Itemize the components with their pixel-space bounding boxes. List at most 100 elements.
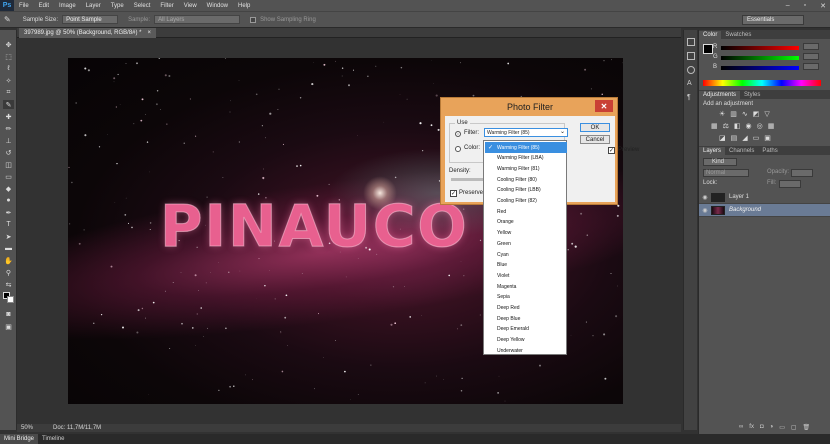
brightness-icon[interactable]: ☀ xyxy=(719,110,725,118)
group-icon[interactable]: ▭ xyxy=(779,424,785,431)
tab-adjustments[interactable]: Adjustments xyxy=(699,91,741,99)
visibility-eye-icon[interactable]: ◉ xyxy=(699,194,711,201)
swap-colors-icon[interactable]: ⇆ xyxy=(3,280,14,289)
preserve-luminosity-checkbox[interactable]: ✓ xyxy=(450,190,457,197)
zoom-level[interactable]: 50% xyxy=(21,425,33,431)
pen-tool-icon[interactable]: ✒ xyxy=(3,208,14,217)
filter-option[interactable]: Blue xyxy=(485,260,567,271)
quick-mask-icon[interactable]: ◙ xyxy=(3,310,14,319)
exposure-icon[interactable]: ◩ xyxy=(753,110,760,118)
foreground-color-chip[interactable] xyxy=(703,44,713,54)
filter-option[interactable]: ✓ Warming Filter (85) xyxy=(485,142,567,153)
tab-layers[interactable]: Layers xyxy=(699,147,726,155)
filter-option[interactable]: Warming Filter (81) xyxy=(485,163,567,174)
filter-option[interactable]: Underwater xyxy=(485,345,567,356)
filter-option[interactable]: Violet xyxy=(485,270,567,281)
background-color-swatch[interactable] xyxy=(7,296,14,303)
history-panel-icon[interactable] xyxy=(687,38,695,46)
filter-option[interactable]: Green xyxy=(485,238,567,249)
tab-mini-bridge[interactable]: Mini Bridge xyxy=(0,434,39,444)
filter-option[interactable]: Deep Yellow xyxy=(485,335,567,346)
menu-image[interactable]: Image xyxy=(54,3,81,9)
blur-tool-icon[interactable]: ◆ xyxy=(3,184,14,193)
photo-filter-icon[interactable]: ◉ xyxy=(746,122,752,130)
menu-help[interactable]: Help xyxy=(233,3,255,9)
document-tab[interactable]: 397989.jpg @ 50% (Background, RGB/8#) * × xyxy=(19,28,157,38)
filter-option[interactable]: Cooling Filter (80) xyxy=(485,174,567,185)
filter-option[interactable]: Sepia xyxy=(485,292,567,303)
filter-option[interactable]: Deep Red xyxy=(485,303,567,314)
layer-row-layer-1[interactable]: ◉ Layer 1 xyxy=(699,191,830,204)
workspace-select[interactable]: Essentials xyxy=(742,15,804,25)
maximize-icon[interactable]: ▫ xyxy=(804,2,806,9)
filter-option[interactable]: Deep Blue xyxy=(485,313,567,324)
close-tab-icon[interactable]: × xyxy=(148,30,152,36)
filter-option[interactable]: Yellow xyxy=(485,228,567,239)
threshold-icon[interactable]: ◢ xyxy=(742,134,747,142)
menu-edit[interactable]: Edit xyxy=(34,3,54,9)
color-lookup-icon[interactable]: ▦ xyxy=(768,122,775,130)
chevron-down-icon[interactable]: ⌄ xyxy=(558,129,567,136)
color-balance-icon[interactable]: ⚖ xyxy=(723,122,729,130)
channel-mixer-icon[interactable]: ◎ xyxy=(757,122,763,130)
green-slider[interactable]: G xyxy=(713,53,819,60)
gradient-tool-icon[interactable]: ▭ xyxy=(3,172,14,181)
new-layer-icon[interactable]: ▢ xyxy=(791,424,797,431)
tab-paths[interactable]: Paths xyxy=(758,147,781,155)
path-select-tool-icon[interactable]: ➤ xyxy=(3,232,14,241)
info-panel-icon[interactable] xyxy=(687,66,695,74)
invert-icon[interactable]: ◪ xyxy=(719,134,726,142)
shape-tool-icon[interactable]: ▬ xyxy=(3,244,14,253)
tab-channels[interactable]: Channels xyxy=(725,147,758,155)
fx-icon[interactable]: fx xyxy=(749,424,754,431)
eyedropper-icon[interactable]: ✎ xyxy=(4,15,11,24)
color-spectrum[interactable] xyxy=(703,80,821,86)
cancel-button[interactable]: Cancel xyxy=(580,135,610,144)
show-sampling-ring-checkbox[interactable] xyxy=(250,16,257,23)
eraser-tool-icon[interactable]: ◫ xyxy=(3,160,14,169)
menu-type[interactable]: Type xyxy=(106,3,129,9)
healing-tool-icon[interactable]: ✚ xyxy=(3,112,14,121)
screen-mode-icon[interactable]: ▣ xyxy=(3,322,14,331)
tab-swatches[interactable]: Swatches xyxy=(721,31,755,39)
menu-filter[interactable]: Filter xyxy=(155,3,178,9)
menu-view[interactable]: View xyxy=(179,3,202,9)
hand-tool-icon[interactable]: ✋ xyxy=(3,256,14,265)
marquee-tool-icon[interactable]: ⬚ xyxy=(3,52,14,61)
blue-slider[interactable]: B xyxy=(713,63,819,70)
sample-select[interactable]: All Layers xyxy=(154,15,241,24)
layer-row-background[interactable]: ◉ Background xyxy=(699,204,830,217)
fill-field[interactable] xyxy=(779,180,801,188)
menu-layer[interactable]: Layer xyxy=(81,3,106,9)
crop-tool-icon[interactable]: ⌗ xyxy=(3,88,14,97)
vibrance-icon[interactable]: ▽ xyxy=(764,110,769,118)
filter-option[interactable]: Warming Filter (LBA) xyxy=(485,153,567,164)
opacity-field[interactable] xyxy=(791,169,813,177)
tab-color[interactable]: Color xyxy=(699,31,722,39)
properties-panel-icon[interactable] xyxy=(687,52,695,60)
red-slider[interactable]: R xyxy=(713,43,819,50)
eyedropper-tool-icon[interactable]: ✎ xyxy=(3,100,14,109)
character-panel-icon[interactable]: A xyxy=(687,80,695,88)
dialog-close-button[interactable]: ✕ xyxy=(595,100,613,112)
kind-filter-select[interactable]: Kind xyxy=(703,158,737,166)
color-radio[interactable] xyxy=(455,146,461,152)
menu-window[interactable]: Window xyxy=(202,3,233,9)
preview-checkbox[interactable]: ✓ xyxy=(608,147,615,154)
window-close-icon[interactable]: ✕ xyxy=(820,2,826,10)
curves-icon[interactable]: ∿ xyxy=(742,110,748,118)
filter-option[interactable]: Cooling Filter (82) xyxy=(485,196,567,207)
filter-select[interactable]: Warming Filter (85) xyxy=(484,128,568,137)
history-brush-icon[interactable]: ↺ xyxy=(3,148,14,157)
link-layers-icon[interactable]: ∞ xyxy=(739,424,743,431)
selective-color-icon[interactable]: ▣ xyxy=(764,134,771,142)
filter-radio[interactable] xyxy=(455,131,461,137)
brush-tool-icon[interactable]: ✏ xyxy=(3,124,14,133)
paragraph-panel-icon[interactable]: ¶ xyxy=(687,94,695,102)
filter-option[interactable]: Cyan xyxy=(485,249,567,260)
blend-mode-select[interactable]: Normal xyxy=(703,169,749,177)
menu-file[interactable]: File xyxy=(14,3,34,9)
sample-size-select[interactable]: Point Sample xyxy=(62,15,119,24)
stamp-tool-icon[interactable]: ⊥ xyxy=(3,136,14,145)
move-tool-icon[interactable]: ✥ xyxy=(3,40,14,49)
